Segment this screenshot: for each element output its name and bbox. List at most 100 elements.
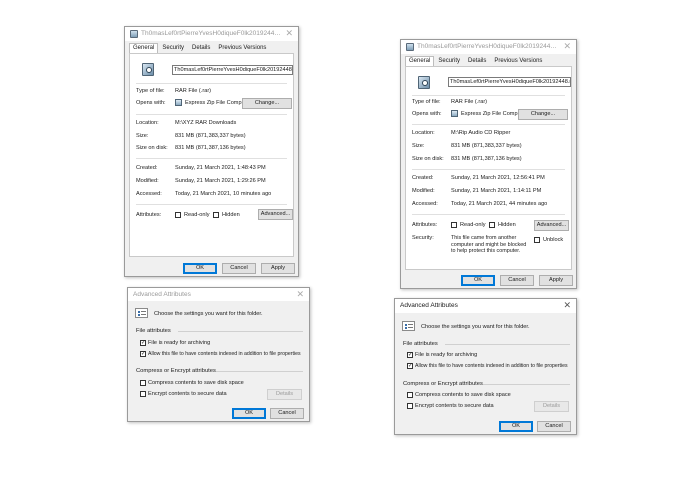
right-properties-window: Th0masLef0rtPierreYvesH0diqueF0lk2019244… bbox=[400, 39, 577, 289]
tab-security[interactable]: Security bbox=[158, 43, 188, 53]
size-on-disk-label: Size on disk: bbox=[412, 156, 444, 162]
rar-file-icon bbox=[130, 30, 138, 38]
tab-strip: General Security Details Previous Versio… bbox=[129, 43, 270, 53]
details-button[interactable]: Details bbox=[267, 389, 302, 400]
type-value: RAR File (.rar) bbox=[451, 99, 488, 105]
opens-with-label: Opens with: bbox=[136, 100, 166, 106]
close-icon[interactable]: ✕ bbox=[296, 289, 304, 300]
group-divider bbox=[216, 371, 303, 372]
readonly-label: Read-only bbox=[184, 212, 210, 218]
archive-checkbox[interactable] bbox=[140, 340, 146, 346]
archive-label: File is ready for archiving bbox=[415, 352, 478, 358]
tab-previous-versions[interactable]: Previous Versions bbox=[490, 56, 546, 66]
size-on-disk-label: Size on disk: bbox=[136, 145, 168, 151]
tab-previous-versions[interactable]: Previous Versions bbox=[214, 43, 270, 53]
encrypt-label: Encrypt contents to secure data bbox=[415, 403, 494, 409]
ok-button[interactable]: OK bbox=[232, 408, 266, 419]
index-checkbox[interactable] bbox=[140, 351, 146, 357]
created-label: Created: bbox=[412, 175, 434, 181]
accessed-label: Accessed: bbox=[136, 191, 162, 197]
modified-value: Sunday, 21 March 2021, 1:29:26 PM bbox=[175, 178, 266, 184]
opens-with-value: Express Zip File Compr bbox=[185, 100, 244, 106]
readonly-checkbox[interactable] bbox=[175, 212, 181, 218]
tab-security[interactable]: Security bbox=[434, 56, 464, 66]
group-divider bbox=[178, 331, 303, 332]
hidden-checkbox[interactable] bbox=[213, 212, 219, 218]
tab-details[interactable]: Details bbox=[188, 43, 214, 53]
cancel-button[interactable]: Cancel bbox=[500, 275, 534, 286]
encrypt-checkbox[interactable] bbox=[407, 403, 413, 409]
size-on-disk-value: 831 MB (871,387,136 bytes) bbox=[175, 145, 246, 151]
created-label: Created: bbox=[136, 165, 158, 171]
apply-button[interactable]: Apply bbox=[539, 275, 573, 286]
encrypt-label: Encrypt contents to secure data bbox=[148, 391, 227, 397]
ok-button[interactable]: OK bbox=[183, 263, 217, 274]
compress-checkbox[interactable] bbox=[407, 392, 413, 398]
attributes-info-icon bbox=[135, 308, 148, 318]
file-attributes-heading: File attributes bbox=[136, 328, 171, 334]
title-bar[interactable]: Advanced Attributes ✕ bbox=[395, 299, 576, 313]
modified-label: Modified: bbox=[412, 188, 435, 194]
close-icon[interactable]: ✕ bbox=[563, 300, 571, 311]
divider bbox=[136, 204, 287, 205]
encrypt-checkbox[interactable] bbox=[140, 391, 146, 397]
tab-general[interactable]: General bbox=[129, 43, 159, 53]
cancel-button[interactable]: Cancel bbox=[537, 421, 571, 432]
ok-button[interactable]: OK bbox=[461, 275, 495, 286]
general-panel: Th0masLef0rtPierreYvesH0diqueF0lk2019244… bbox=[405, 66, 572, 270]
compress-label: Compress contents to save disk space bbox=[415, 392, 511, 398]
title-bar[interactable]: Advanced Attributes ✕ bbox=[128, 288, 309, 301]
divider bbox=[136, 158, 287, 159]
attributes-label: Attributes: bbox=[136, 212, 162, 218]
filename-field[interactable]: Th0masLef0rtPierreYvesH0diqueF0lk2019244… bbox=[448, 77, 571, 87]
hidden-checkbox[interactable] bbox=[489, 222, 495, 228]
advanced-button[interactable]: Advanced... bbox=[534, 220, 569, 231]
location-label: Location: bbox=[136, 120, 159, 126]
type-label: Type of file: bbox=[136, 88, 165, 94]
ok-button[interactable]: OK bbox=[499, 421, 533, 432]
compress-checkbox[interactable] bbox=[140, 380, 146, 386]
attributes-info-icon bbox=[402, 321, 415, 331]
change-button[interactable]: Change... bbox=[242, 98, 292, 109]
left-properties-window: Th0masLef0rtPierreYvesH0diqueF0lk2019244… bbox=[124, 26, 299, 277]
close-icon[interactable]: ✕ bbox=[285, 28, 293, 39]
type-value: RAR File (.rar) bbox=[175, 88, 212, 94]
security-message: This file came from another computer and… bbox=[451, 235, 527, 254]
change-button[interactable]: Change... bbox=[518, 109, 568, 120]
close-icon[interactable]: ✕ bbox=[563, 41, 571, 52]
cancel-button[interactable]: Cancel bbox=[222, 263, 256, 274]
intro-text: Choose the settings you want for this fo… bbox=[421, 324, 530, 330]
readonly-label: Read-only bbox=[460, 222, 486, 228]
location-label: Location: bbox=[412, 130, 435, 136]
window-title: Advanced Attributes bbox=[133, 291, 191, 298]
title-bar[interactable]: Th0masLef0rtPierreYvesH0diqueF0lk2019244… bbox=[401, 40, 576, 54]
size-value: 831 MB (871,383,337 bytes) bbox=[451, 143, 522, 149]
location-value: M:\XYZ RAR Downloads bbox=[175, 120, 237, 126]
opens-with-label: Opens with: bbox=[412, 111, 442, 117]
created-value: Sunday, 21 March 2021, 1:48:43 PM bbox=[175, 165, 266, 171]
title-bar[interactable]: Th0masLef0rtPierreYvesH0diqueF0lk2019244… bbox=[125, 27, 298, 41]
cancel-button[interactable]: Cancel bbox=[270, 408, 304, 419]
intro-text: Choose the settings you want for this fo… bbox=[154, 311, 263, 317]
file-attributes-heading: File attributes bbox=[403, 341, 438, 347]
filename-field[interactable]: Th0masLef0rtPierreYvesH0diqueF0lk2019244… bbox=[172, 65, 293, 75]
readonly-checkbox[interactable] bbox=[451, 222, 457, 228]
modified-value: Sunday, 21 March 2021, 1:14:11 PM bbox=[451, 188, 542, 194]
general-panel: Th0masLef0rtPierreYvesH0diqueF0lk2019244… bbox=[129, 53, 294, 257]
apply-button[interactable]: Apply bbox=[261, 263, 295, 274]
group-divider bbox=[445, 344, 570, 345]
index-checkbox[interactable] bbox=[407, 363, 413, 369]
unblock-checkbox[interactable] bbox=[534, 237, 540, 243]
attributes-label: Attributes: bbox=[412, 222, 438, 228]
express-zip-icon bbox=[175, 99, 182, 106]
details-button[interactable]: Details bbox=[534, 401, 569, 412]
advanced-button[interactable]: Advanced... bbox=[258, 209, 293, 220]
archive-checkbox[interactable] bbox=[407, 352, 413, 358]
compress-encrypt-heading: Compress or Encrypt attributes bbox=[403, 381, 483, 387]
location-value: M:\Rip Audio CD Ripper bbox=[451, 130, 511, 136]
compress-label: Compress contents to save disk space bbox=[148, 380, 244, 386]
tab-general[interactable]: General bbox=[405, 56, 435, 66]
opens-with-value: Express Zip File Compr bbox=[461, 111, 520, 117]
tab-details[interactable]: Details bbox=[464, 56, 490, 66]
divider bbox=[412, 95, 565, 96]
